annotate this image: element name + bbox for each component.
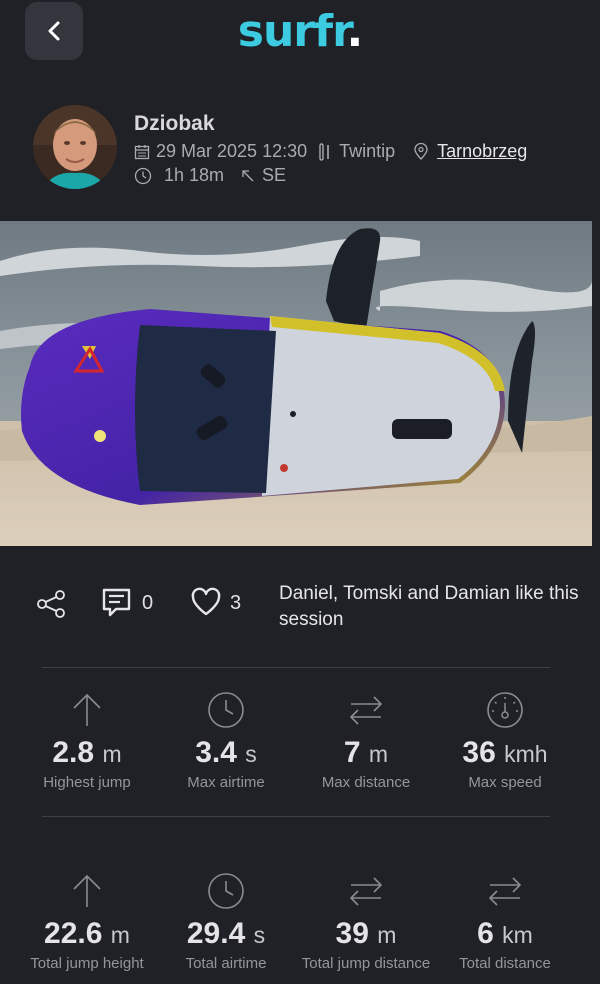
stat-unit: s xyxy=(253,922,266,948)
session-header: Dziobak 29 Mar 2025 12:30 Twintip Tarnob… xyxy=(0,100,600,200)
arrows-swap-icon xyxy=(349,696,383,725)
calendar-icon xyxy=(134,144,150,159)
username[interactable]: Dziobak xyxy=(134,112,215,136)
surfr-logo: surfr. xyxy=(0,6,600,58)
stat-highest-jump: 2.8 m Highest jump xyxy=(17,690,157,791)
clock-icon xyxy=(208,873,244,909)
divider xyxy=(42,816,550,817)
stat-max-distance: 7 m Max distance xyxy=(296,690,436,791)
stat-unit: kmh xyxy=(504,741,548,767)
stat-label: Max airtime xyxy=(187,774,265,791)
stat-total-jump-distance: 39 m Total jump distance xyxy=(296,871,436,972)
location-pin-icon xyxy=(414,142,428,160)
arrow-up-icon xyxy=(73,874,101,907)
share-button[interactable] xyxy=(36,589,66,624)
wind-direction: SE xyxy=(262,165,287,185)
clock-icon xyxy=(208,692,244,728)
avatar[interactable] xyxy=(33,105,117,189)
comment-button[interactable] xyxy=(102,587,132,624)
stat-max-speed: 36 kmh Max speed xyxy=(435,690,575,791)
stat-unit: m xyxy=(102,741,122,767)
stat-unit: km xyxy=(502,922,533,948)
social-bar: 0 3 Daniel, Tomski and Damian like this … xyxy=(0,575,600,645)
clock-icon xyxy=(134,167,152,184)
location-link[interactable]: Tarnobrzeg xyxy=(437,141,527,162)
stat-label: Max distance xyxy=(321,774,411,791)
sport-type: Twintip xyxy=(339,141,396,161)
stat-value: 7 xyxy=(343,736,361,769)
like-button[interactable] xyxy=(190,587,222,622)
stat-total-jump-height: 22.6 m Total jump height xyxy=(17,871,157,972)
logo-text: surfr xyxy=(237,6,348,57)
stat-max-airtime: 3.4 s Max airtime xyxy=(156,690,296,791)
arrows-swap-icon xyxy=(349,877,383,906)
arrows-swap-icon xyxy=(488,877,522,906)
stat-total-distance: 6 km Total distance xyxy=(435,871,575,972)
stat-value: 22.6 xyxy=(44,917,103,950)
session-meta-row-2: 1h 18m SE xyxy=(134,165,286,186)
app-header: surfr. xyxy=(0,0,600,88)
share-icon xyxy=(37,590,65,618)
comment-count: 0 xyxy=(142,592,154,614)
session-meta-row: 29 Mar 2025 12:30 Twintip Tarnobrzeg xyxy=(134,141,527,162)
like-count: 3 xyxy=(230,592,242,614)
divider xyxy=(42,667,550,668)
comment-icon xyxy=(102,588,131,617)
session-date: 29 Mar 2025 12:30 xyxy=(156,141,308,161)
stat-value: 6 xyxy=(477,917,494,950)
twintip-board-icon xyxy=(319,142,329,161)
speedometer-icon xyxy=(487,692,523,728)
stat-label: Total jump distance xyxy=(301,955,431,972)
stat-total-airtime: 29.4 s Total airtime xyxy=(156,871,296,972)
likes-summary[interactable]: Daniel, Tomski and Damian like this sess… xyxy=(279,581,579,633)
stat-value: 39 xyxy=(335,917,369,950)
session-photo[interactable] xyxy=(0,221,592,546)
stat-unit: s xyxy=(245,741,257,767)
stat-value: 3.4 xyxy=(195,736,237,769)
arrow-up-icon xyxy=(73,693,101,726)
stat-unit: m xyxy=(377,922,397,948)
stat-label: Highest jump xyxy=(43,774,131,791)
stat-unit: m xyxy=(368,741,389,767)
stat-label: Total jump height xyxy=(30,955,144,972)
session-duration: 1h 18m xyxy=(164,165,225,185)
heart-icon xyxy=(191,587,221,616)
logo-dot: . xyxy=(346,6,364,57)
wind-direction-icon xyxy=(242,169,254,181)
stat-label: Total airtime xyxy=(185,955,267,972)
stat-unit: m xyxy=(110,922,130,948)
stat-value: 29.4 xyxy=(186,917,246,950)
stat-label: Max speed xyxy=(468,774,542,791)
stat-label: Total distance xyxy=(459,955,551,972)
stat-value: 2.8 xyxy=(52,736,95,769)
stat-value: 36 xyxy=(462,736,496,769)
